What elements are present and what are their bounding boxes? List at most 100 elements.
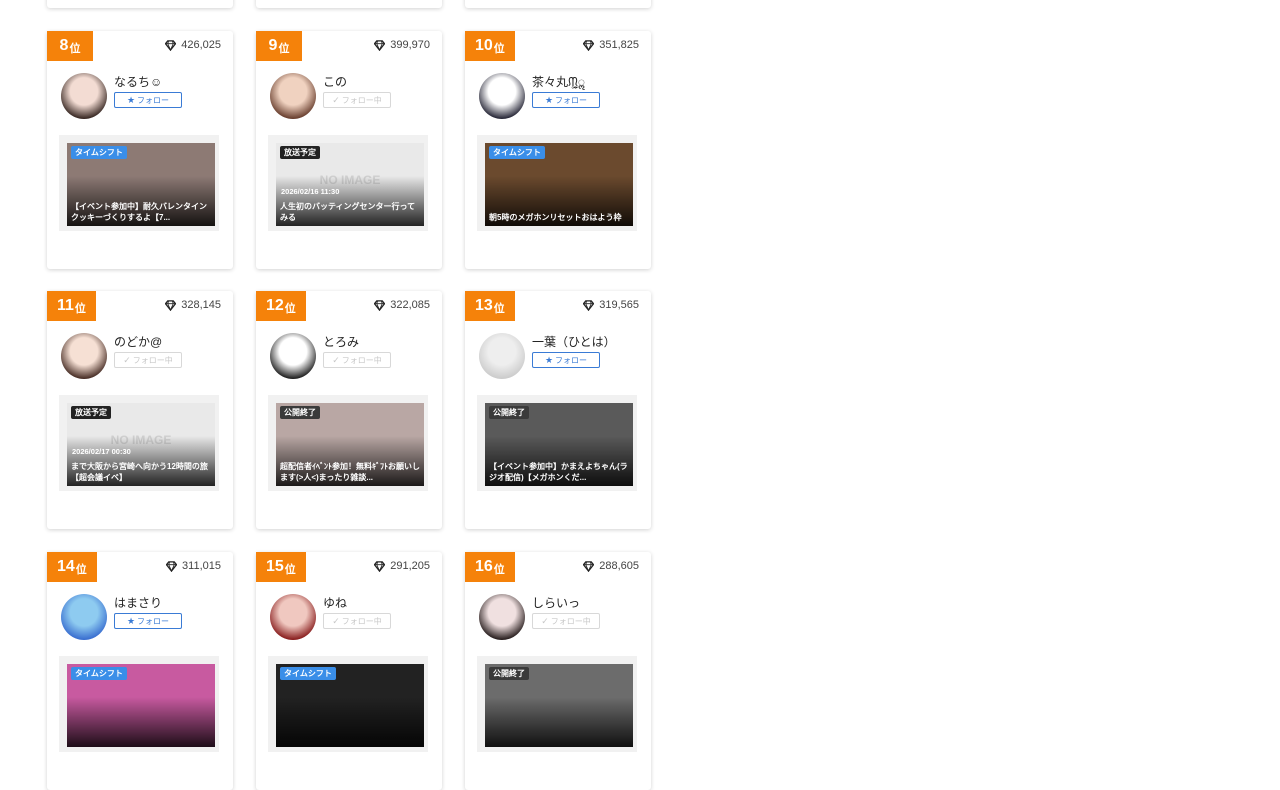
rank-badge: 12 位 (256, 291, 306, 321)
user-name[interactable]: 茶々丸ᙏ̤̫͚ॢ (532, 73, 585, 90)
diamond-icon (582, 560, 595, 572)
follow-button[interactable]: ★ フォロー (114, 613, 182, 629)
rank-badge: 9位 (256, 31, 302, 61)
user-name[interactable]: とろみ (323, 333, 359, 350)
broadcast-thumbnail[interactable]: 公開終了 【イベント参加中】かまえよちゃん(ラジオ配信)【メガホンくだ... (477, 395, 637, 491)
diamond-icon (373, 299, 386, 311)
following-label: フォロー中 (341, 95, 382, 105)
broadcast-thumbnail[interactable]: タイムシフト 【イベント参加中】耐久バレンタインクッキーづくりするよ【7... (59, 135, 219, 231)
diamond-icon (165, 560, 178, 572)
user-name[interactable]: なるち☺ (114, 73, 162, 90)
follow-label: フォロー (555, 95, 588, 105)
points-value: 291,205 (390, 560, 430, 572)
avatar[interactable] (61, 333, 107, 379)
rank-number: 12 (266, 297, 284, 314)
star-icon: ★ (126, 94, 136, 105)
avatar[interactable] (479, 594, 525, 640)
following-button[interactable]: ✓ フォロー中 (323, 92, 391, 108)
points-value: 311,015 (182, 560, 221, 572)
points: 319,565 (582, 299, 639, 311)
diamond-icon (164, 299, 177, 311)
points: 311,015 (165, 560, 221, 572)
broadcast-title: 超配信者ｲﾍﾞﾝﾄ参加！無料ｷﾞﾌﾄお願いします(>人<)まったり雑談... (280, 462, 420, 482)
rank-number: 9 (268, 37, 278, 54)
broadcast-thumbnail[interactable]: 公開終了 超配信者ｲﾍﾞﾝﾄ参加！無料ｷﾞﾌﾄお願いします(>人<)まったり雑談… (268, 395, 428, 491)
check-icon: ✓ (332, 615, 340, 626)
points: 291,205 (373, 560, 430, 572)
diamond-icon (582, 39, 595, 51)
user-name[interactable]: ゆね (323, 594, 347, 611)
following-button[interactable]: ✓ フォロー中 (323, 613, 391, 629)
follow-button[interactable]: ★ フォロー (532, 352, 600, 368)
following-button[interactable]: ✓ フォロー中 (532, 613, 600, 629)
ranking-card[interactable]: 12 位 322,085 とろみ ✓ フォロー中 公開終了 超配信者ｲﾍﾞﾝﾄ参加！… (256, 291, 442, 529)
avatar[interactable] (61, 594, 107, 640)
avatar[interactable] (270, 594, 316, 640)
user-name[interactable]: のどか@ (114, 333, 162, 350)
broadcast-status-label: 公開終了 (489, 667, 529, 680)
ranking-card[interactable]: 9位 399,970 この ✓フォロー中 NO IMAGE 放送予定 2026/… (256, 31, 442, 269)
broadcast-title: 朝5時のメガホンリセットおはよう枠 (489, 213, 622, 222)
rank-badge: 15 位 (256, 552, 306, 582)
avatar[interactable] (270, 73, 316, 119)
diamond-icon (373, 560, 386, 572)
rank-suffix: 位 (278, 42, 290, 55)
star-icon: ★ (544, 94, 554, 105)
broadcast-thumbnail[interactable]: 公開終了 (477, 656, 637, 752)
rank-number: 16 (475, 558, 493, 575)
points-value: 322,085 (390, 299, 430, 311)
points-value: 399,970 (390, 39, 430, 51)
rank-badge: 8位 (47, 31, 93, 61)
broadcast-thumbnail[interactable]: タイムシフト (268, 656, 428, 752)
following-button[interactable]: ✓ フォロー中 (114, 352, 182, 368)
following-label: フォロー中 (550, 616, 591, 626)
rank-badge: 11 位 (47, 291, 96, 321)
broadcast-date: 2026/02/17 00:30 (72, 447, 131, 456)
broadcast-date: 2026/02/16 11:30 (281, 187, 340, 196)
points: 351,825 (582, 39, 639, 51)
broadcast-title: まで大阪から宮崎へ向かう12時間の旅【超会議イベ】 (71, 462, 208, 482)
broadcast-thumbnail[interactable]: タイムシフト 朝5時のメガホンリセットおはよう枠 (477, 135, 637, 231)
broadcast-status-label: 公開終了 (489, 406, 529, 419)
user-name[interactable]: しらいっ (532, 594, 580, 611)
ranking-card-partial (465, 0, 651, 8)
ranking-card[interactable]: 10 位 351,825 茶々丸ᙏ̤̫͚ॢ ★ フォロー タイムシフト 朝5時のメガ… (465, 31, 651, 269)
following-button[interactable]: ✓ フォロー中 (323, 352, 391, 368)
avatar[interactable] (61, 73, 107, 119)
avatar[interactable] (479, 333, 525, 379)
check-icon: ✓ (332, 354, 340, 365)
rank-suffix: 位 (493, 563, 505, 576)
ranking-card[interactable]: 15 位 291,205 ゆね ✓ フォロー中 タイムシフト (256, 552, 442, 790)
diamond-icon (164, 39, 177, 51)
broadcast-status-label: タイムシフト (280, 667, 336, 680)
follow-label: フォロー (137, 95, 170, 105)
user-name[interactable]: 一葉（ひとは） (532, 333, 616, 350)
star-icon: ★ (544, 354, 554, 365)
ranking-card[interactable]: 14 位 311,015 はまさり ★ フォロー タイムシフト (47, 552, 233, 790)
ranking-card[interactable]: 16 位 288,605 しらいっ ✓ フォロー中 公開終了 (465, 552, 651, 790)
broadcast-status-label: 放送予定 (280, 146, 320, 159)
follow-button[interactable]: ★ フォロー (532, 92, 600, 108)
following-label: フォロー中 (341, 355, 382, 365)
user-name[interactable]: この (323, 73, 347, 90)
ranking-card[interactable]: 13 位 319,565 一葉（ひとは） ★ フォロー 公開終了 【イベント参加中】… (465, 291, 651, 529)
check-icon: ✓ (332, 94, 340, 105)
follow-button[interactable]: ★ フォロー (114, 92, 182, 108)
check-icon: ✓ (123, 354, 131, 365)
rank-badge: 10 位 (465, 31, 515, 61)
user-name[interactable]: はまさり (114, 594, 162, 611)
points: 328,145 (164, 299, 221, 311)
broadcast-thumbnail[interactable]: NO IMAGE 放送予定 2026/02/17 00:30 まで大阪から宮崎へ… (59, 395, 219, 491)
rank-suffix: 位 (74, 302, 86, 315)
ranking-card[interactable]: 11位 328,145 のどか@ ✓フォロー中 NO IMAGE 放送予定 20… (47, 291, 233, 529)
broadcast-thumbnail[interactable]: NO IMAGE 放送予定 2026/02/16 11:30 人生初のバッティン… (268, 135, 428, 231)
rank-number: 8 (59, 37, 69, 54)
avatar[interactable] (479, 73, 525, 119)
ranking-card[interactable]: 8位 426,025 なるち☺ ★ フォロー タイムシフト 【イベント参加中】耐久… (47, 31, 233, 269)
rank-suffix: 位 (284, 563, 296, 576)
rank-number: 14 (57, 558, 75, 575)
points: 426,025 (164, 39, 221, 51)
rank-badge: 13 位 (465, 291, 515, 321)
avatar[interactable] (270, 333, 316, 379)
broadcast-thumbnail[interactable]: タイムシフト (59, 656, 219, 752)
